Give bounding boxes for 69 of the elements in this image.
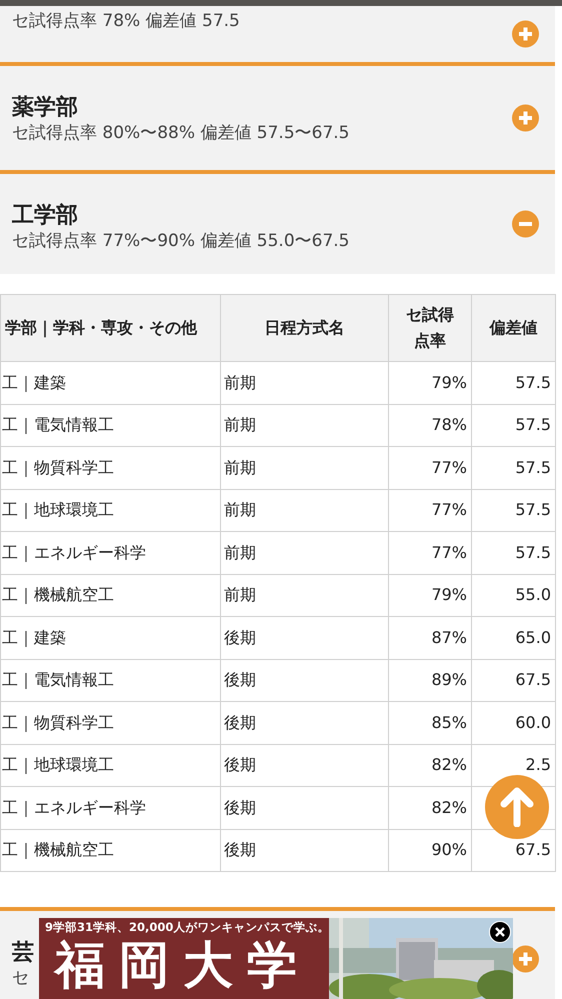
minus-circle-icon[interactable] <box>512 210 539 238</box>
table-cell: 87% <box>431 628 467 647</box>
plus-circle-icon[interactable] <box>512 104 539 132</box>
table-cell: 後期 <box>224 670 256 690</box>
table-cell: 工｜エネルギー科学 <box>2 542 146 562</box>
ad-tagline: 9学部31学科、20,000人がワンキャンパスで学ぶ。 <box>45 919 330 935</box>
table-cell: 工｜地球環境工 <box>2 755 114 774</box>
faculty-title: 芸 <box>11 939 34 967</box>
table-cell: 後期 <box>224 798 256 817</box>
table-cell: 57.5 <box>515 542 551 562</box>
table-cell: 77% <box>431 542 467 562</box>
table-cell: 工｜電気情報工 <box>2 670 114 690</box>
arrow-up-icon <box>500 787 534 827</box>
table-cell: 67.5 <box>515 840 551 860</box>
table-cell: 後期 <box>224 840 256 860</box>
table-cell: 79% <box>431 372 467 392</box>
table-cell: 前期 <box>224 500 256 520</box>
table-cell: 89% <box>431 670 467 690</box>
table-cell: 後期 <box>224 712 256 732</box>
table-cell: 65.0 <box>515 628 551 647</box>
table-cell: 工｜物質科学工 <box>2 458 114 477</box>
table-cell: 工｜地球環境工 <box>2 500 114 520</box>
table-cell: 85% <box>431 712 467 732</box>
faculty-summary: セ試得点率 77%〜90% 偏差値 55.0〜67.5 <box>11 230 350 252</box>
ad-banner[interactable]: 9学部31学科、20,000人がワンキャンパスで学ぶ。 福岡大学 <box>39 918 329 999</box>
column-header: 日程方式名 <box>264 317 344 339</box>
faculty-summary: セ試得点率 78% 偏差値 57.5 <box>11 10 240 32</box>
table-cell: 55.0 <box>515 585 551 604</box>
table-cell: 60.0 <box>515 712 551 732</box>
table-cell: 後期 <box>224 755 256 774</box>
table-cell: 工｜電気情報工 <box>2 415 114 434</box>
table-cell: 後期 <box>224 628 256 647</box>
table-cell: 82% <box>431 798 467 817</box>
close-icon <box>495 927 505 937</box>
table-cell: 前期 <box>224 585 256 604</box>
faculty-title: 工学部 <box>11 202 78 230</box>
table-cell: 工｜機械航空工 <box>2 585 114 604</box>
table-cell: 77% <box>431 500 467 520</box>
faculty-summary: セ試得点率 80%〜88% 偏差値 57.5〜67.5 <box>11 122 350 144</box>
table-cell: 前期 <box>224 542 256 562</box>
table-cell: 2.5 <box>526 755 551 774</box>
faculty-summary: セ <box>11 967 29 989</box>
accordion-header[interactable]: セ試得点率 78% 偏差値 57.5 <box>0 6 555 66</box>
table-cell: 工｜建築 <box>2 628 66 647</box>
table-cell: 57.5 <box>515 415 551 434</box>
table-cell: 77% <box>431 458 467 477</box>
table-cell: 工｜物質科学工 <box>2 712 114 732</box>
table-cell: 前期 <box>224 458 256 477</box>
table-cell: 57.5 <box>515 372 551 392</box>
table-cell: 57.5 <box>515 500 551 520</box>
table-cell: 90% <box>431 840 467 860</box>
plus-circle-icon[interactable] <box>512 20 539 48</box>
table-cell: 57.5 <box>515 458 551 477</box>
accordion-header[interactable]: 工学部 セ試得点率 77%〜90% 偏差値 55.0〜67.5 <box>0 170 555 274</box>
table-cell: 前期 <box>224 372 256 392</box>
table-cell: 78% <box>431 415 467 434</box>
table-cell: 工｜エネルギー科学 <box>2 798 146 817</box>
table-cell: 前期 <box>224 415 256 434</box>
table-cell: 工｜建築 <box>2 372 66 392</box>
table-cell: 工｜機械航空工 <box>2 840 114 860</box>
column-header: 学部｜学科・専攻・その他 <box>5 317 197 340</box>
table-cell: 82% <box>431 755 467 774</box>
accordion-header[interactable]: 薬学部 セ試得点率 80%〜88% 偏差値 57.5〜67.5 <box>0 66 555 170</box>
column-header: 偏差値 <box>490 317 538 339</box>
column-header: セ試得点率 <box>405 304 455 352</box>
table-cell: 67.5 <box>515 670 551 690</box>
ad-headline: 福岡大学 <box>52 935 311 995</box>
faculty-title: 薬学部 <box>11 94 78 122</box>
table-cell: 79% <box>431 585 467 604</box>
